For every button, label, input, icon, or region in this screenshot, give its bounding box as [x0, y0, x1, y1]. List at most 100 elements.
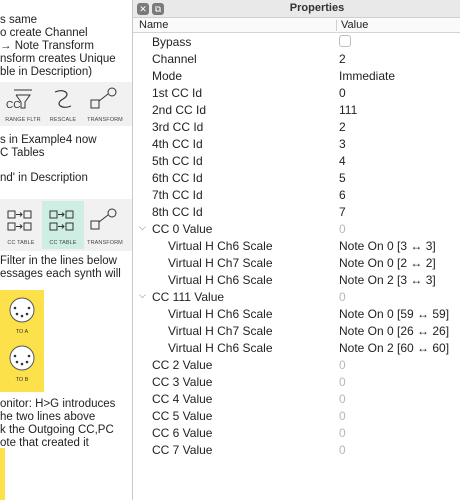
- canvas-text-line: ote that created it: [0, 437, 89, 449]
- property-row[interactable]: CC 5 Value 0: [133, 407, 460, 424]
- rescale-tile[interactable]: RESCALE: [42, 82, 84, 126]
- property-row[interactable]: CC 7 Value 0: [133, 441, 460, 458]
- property-name: 4th CC Id: [152, 137, 203, 151]
- midi-port-b[interactable]: TO B: [2, 342, 42, 388]
- property-name: CC 0 Value: [152, 222, 213, 236]
- property-row[interactable]: ⌵ CC 0 Value 0: [133, 220, 460, 237]
- canvas-text-line: k the Outgoing CC,PC: [0, 424, 114, 436]
- property-value[interactable]: 4: [339, 154, 346, 168]
- property-value[interactable]: 0: [339, 222, 346, 236]
- property-row[interactable]: 2nd CC Id 111: [133, 101, 460, 118]
- column-header-name[interactable]: Name: [139, 19, 168, 31]
- property-value[interactable]: 0: [339, 409, 346, 423]
- panel-title: Properties: [289, 2, 345, 14]
- property-row[interactable]: 5th CC Id 4: [133, 152, 460, 169]
- property-row[interactable]: 1st CC Id 0: [133, 84, 460, 101]
- property-value[interactable]: 0: [339, 443, 346, 457]
- property-value[interactable]: 0: [339, 358, 346, 372]
- property-value[interactable]: Immediate: [339, 69, 395, 83]
- property-name: 8th CC Id: [152, 205, 203, 219]
- transform-tile[interactable]: TRANSFORM: [84, 201, 126, 249]
- patch-canvas[interactable]: s same o create Channel → Note Transform…: [0, 0, 132, 500]
- properties-panel: ✕ ⧉ Properties Name Value Bypass Channel 2…: [132, 0, 460, 500]
- property-name: Virtual H Ch6 Scale: [168, 307, 273, 321]
- property-name: 1st CC Id: [152, 86, 203, 100]
- canvas-text-line: o create Channel: [0, 27, 88, 39]
- transform-tile[interactable]: TRANSFORM: [84, 82, 126, 126]
- property-name: Virtual H Ch6 Scale: [168, 341, 273, 355]
- property-row[interactable]: Virtual H Ch6 Scale Note On 0 [59 ↔ 59]: [133, 305, 460, 322]
- property-value[interactable]: 0: [339, 426, 346, 440]
- property-value[interactable]: 6: [339, 188, 346, 202]
- cc-table-tile[interactable]: CC TABLE: [0, 201, 42, 249]
- property-name: Virtual H Ch6 Scale: [168, 273, 273, 287]
- property-value[interactable]: 0: [339, 375, 346, 389]
- property-value[interactable]: Note On 0 [59 ↔ 59]: [339, 307, 449, 321]
- property-row[interactable]: Virtual H Ch7 Scale Note On 0 [2 ↔ 2]: [133, 254, 460, 271]
- property-value[interactable]: 7: [339, 205, 346, 219]
- property-row[interactable]: Channel 2: [133, 50, 460, 67]
- property-name: 5th CC Id: [152, 154, 203, 168]
- property-value[interactable]: 2: [339, 120, 346, 134]
- property-row[interactable]: 6th CC Id 5: [133, 169, 460, 186]
- property-row[interactable]: 8th CC Id 7: [133, 203, 460, 220]
- property-name: Bypass: [152, 35, 192, 49]
- transform-icon: [90, 87, 117, 109]
- canvas-text-line: nd' in Description: [0, 172, 88, 184]
- property-row[interactable]: CC 2 Value 0: [133, 356, 460, 373]
- tile-label: TRANSFORM: [87, 240, 123, 246]
- property-value[interactable]: Note On 0 [3 ↔ 3]: [339, 239, 436, 253]
- property-name: CC 3 Value: [152, 375, 213, 389]
- tile-label: RESCALE: [49, 117, 77, 123]
- property-value[interactable]: 0: [339, 392, 346, 406]
- tile-label: TRANSFORM: [87, 117, 123, 123]
- property-row[interactable]: Virtual H Ch7 Scale Note On 0 [26 ↔ 26]: [133, 322, 460, 339]
- property-value[interactable]: Note On 0 [26 ↔ 26]: [339, 324, 449, 338]
- property-row[interactable]: Virtual H Ch6 Scale Note On 2 [3 ↔ 3]: [133, 271, 460, 288]
- property-value[interactable]: 5: [339, 171, 346, 185]
- canvas-text-line: essages each synth will: [0, 268, 121, 280]
- property-row[interactable]: ⌵ CC 111 Value 0: [133, 288, 460, 305]
- midi-port-label: TO B: [15, 377, 29, 383]
- property-name: 3rd CC Id: [152, 120, 204, 134]
- canvas-text-line: s in Example4 now: [0, 134, 97, 146]
- range-filter-icon: [14, 89, 32, 109]
- tile-label: CC TABLE: [49, 240, 77, 246]
- transform-icon: [90, 208, 117, 230]
- property-value[interactable]: Note On 0 [2 ↔ 2]: [339, 256, 436, 270]
- property-name: Virtual H Ch7 Scale: [168, 256, 273, 270]
- property-row[interactable]: 4th CC Id 3: [133, 135, 460, 152]
- bypass-checkbox[interactable]: [339, 35, 351, 47]
- cc-table-tile-selected[interactable]: CC TABLE: [42, 201, 84, 249]
- property-row[interactable]: Bypass: [133, 33, 460, 50]
- property-name: Virtual H Ch6 Scale: [168, 239, 273, 253]
- property-row[interactable]: Virtual H Ch6 Scale Note On 0 [3 ↔ 3]: [133, 237, 460, 254]
- midi-port-a[interactable]: TO A: [2, 294, 42, 340]
- property-row[interactable]: 7th CC Id 6: [133, 186, 460, 203]
- property-value[interactable]: Note On 2 [3 ↔ 3]: [339, 273, 436, 287]
- canvas-text-line: he two lines above: [0, 411, 96, 423]
- chevron-down-icon[interactable]: ⌵: [139, 290, 149, 301]
- property-value[interactable]: 111: [339, 103, 357, 117]
- column-header-value[interactable]: Value: [341, 19, 368, 31]
- midi-port-label: TO A: [15, 329, 29, 335]
- property-value[interactable]: Note On 2 [60 ↔ 60]: [339, 341, 449, 355]
- range-filter-tile[interactable]: RANGE FLTR: [2, 82, 44, 126]
- property-row[interactable]: CC 6 Value 0: [133, 424, 460, 441]
- property-row[interactable]: 3rd CC Id 2: [133, 118, 460, 135]
- property-value[interactable]: 0: [339, 290, 346, 304]
- property-row[interactable]: Mode Immediate: [133, 67, 460, 84]
- property-row[interactable]: CC 3 Value 0: [133, 373, 460, 390]
- property-row[interactable]: CC 4 Value 0: [133, 390, 460, 407]
- column-divider[interactable]: [336, 20, 337, 31]
- property-row[interactable]: Virtual H Ch6 Scale Note On 2 [60 ↔ 60]: [133, 339, 460, 356]
- chevron-down-icon[interactable]: ⌵: [139, 222, 149, 233]
- property-value[interactable]: 0: [339, 86, 346, 100]
- canvas-text-line: → Note Transform: [0, 40, 94, 52]
- canvas-text-line: s same: [0, 14, 38, 26]
- property-name: CC 7 Value: [152, 443, 213, 457]
- property-value[interactable]: 3: [339, 137, 346, 151]
- properties-titlebar: ✕ ⧉ Properties: [133, 0, 460, 18]
- property-value[interactable]: 2: [339, 52, 346, 66]
- property-name: Mode: [152, 69, 183, 83]
